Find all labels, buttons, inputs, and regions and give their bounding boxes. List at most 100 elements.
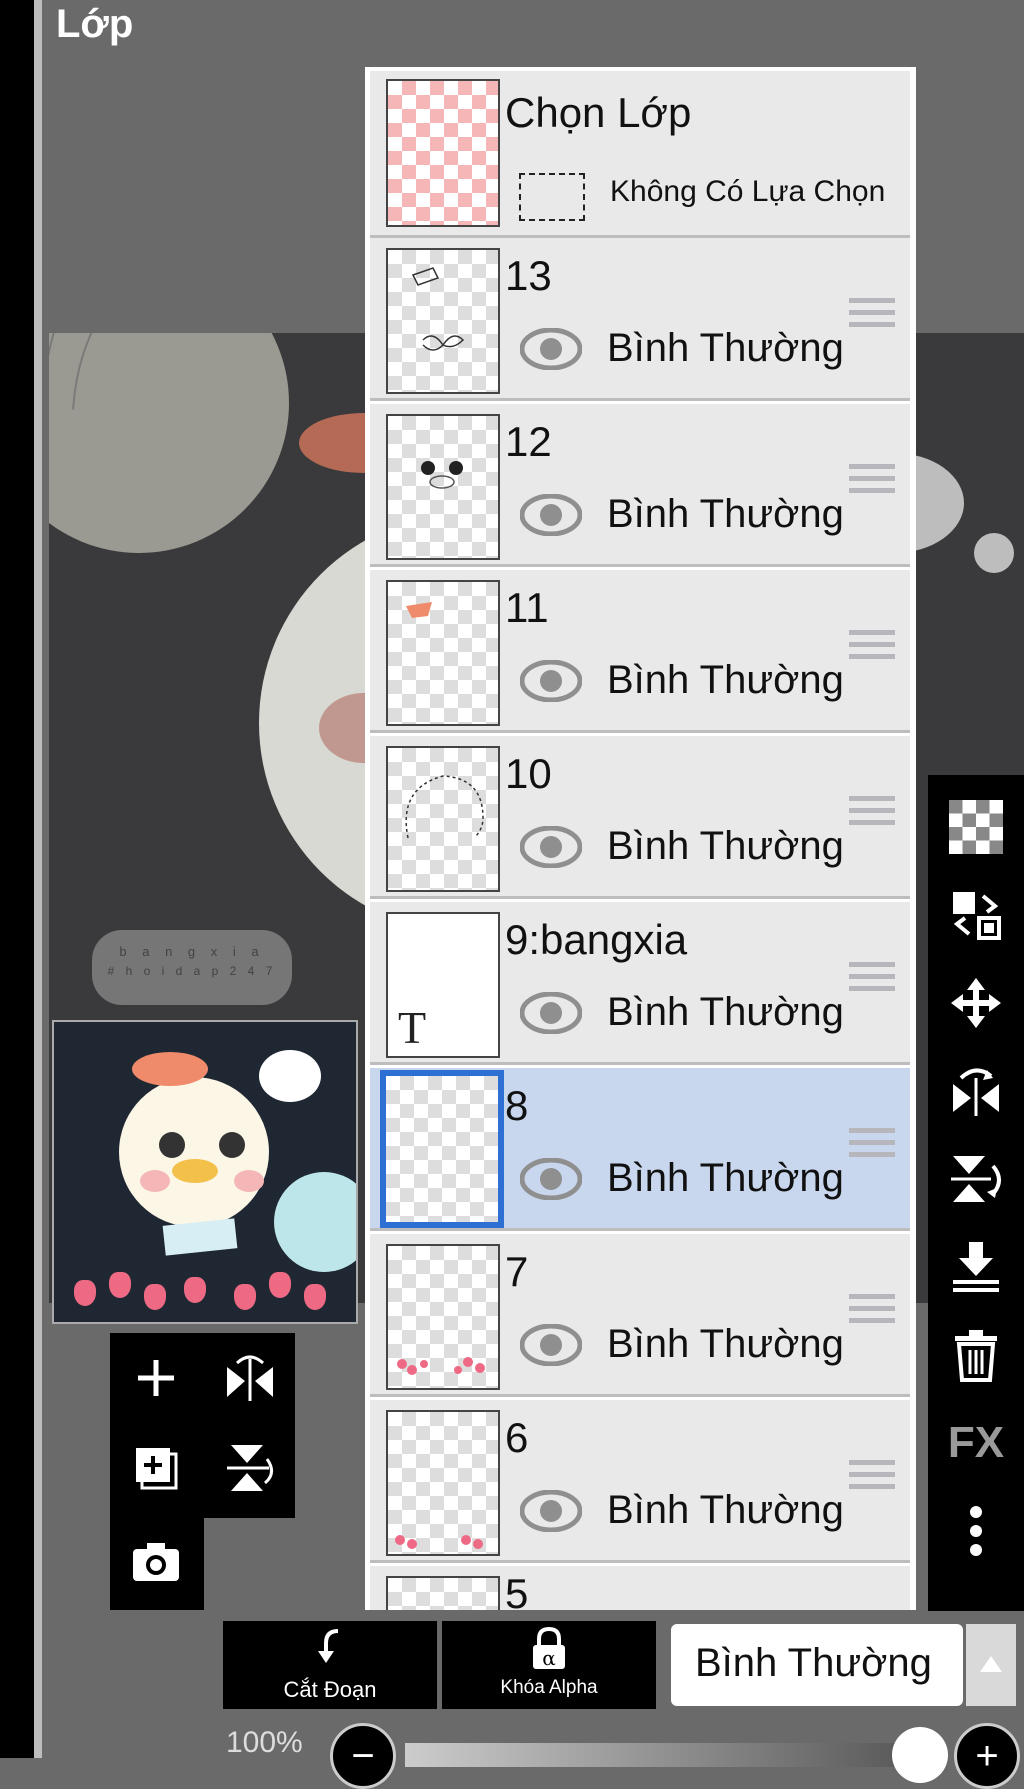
layer-row[interactable]: 13 Bình Thường bbox=[370, 238, 910, 401]
layer-thumbnail: T bbox=[386, 912, 500, 1058]
add-layer-copy-icon[interactable] bbox=[116, 1428, 196, 1508]
eye-icon[interactable] bbox=[520, 494, 582, 536]
page-title: Lớp bbox=[56, 2, 134, 46]
layer-thumbnail bbox=[386, 580, 500, 726]
layer-row[interactable]: 7 Bình Thường bbox=[370, 1234, 910, 1397]
eye-icon[interactable] bbox=[520, 826, 582, 868]
drag-handle-icon[interactable] bbox=[849, 1460, 895, 1500]
watermark: b a n g x i a # h o i d a p 2 4 7 bbox=[92, 930, 292, 1005]
transparency-icon[interactable] bbox=[928, 783, 1024, 871]
opacity-plus-button[interactable]: + bbox=[954, 1723, 1020, 1789]
eye-icon[interactable] bbox=[520, 1158, 582, 1200]
triangle-up-icon bbox=[980, 1656, 1002, 1672]
opacity-value: 100% bbox=[226, 1726, 303, 1759]
duck-face bbox=[119, 1077, 269, 1227]
opacity-slider[interactable] bbox=[405, 1743, 925, 1767]
opacity-minus-button[interactable]: − bbox=[330, 1723, 396, 1789]
layer-row-selected[interactable]: 8 Bình Thường bbox=[370, 1068, 910, 1231]
layer-name: 6 bbox=[505, 1414, 529, 1461]
drag-handle-icon[interactable] bbox=[849, 1294, 895, 1334]
layer-row[interactable]: 12 Bình Thường bbox=[370, 404, 910, 567]
layer-blend-mode: Bình Thường bbox=[607, 1156, 844, 1200]
layer-blend-mode: Bình Thường bbox=[607, 658, 844, 702]
watermark-line: # h o i d a p 2 4 7 bbox=[107, 964, 277, 978]
layer-panel: Chọn Lớp Không Có Lựa Chọn 13 Bình Thườn… bbox=[365, 67, 916, 1610]
layer-row[interactable]: 6 Bình Thường bbox=[370, 1400, 910, 1563]
layer-name: 7 bbox=[505, 1248, 529, 1295]
drag-handle-icon[interactable] bbox=[849, 630, 895, 670]
eye-icon[interactable] bbox=[520, 328, 582, 370]
opacity-slider-knob[interactable] bbox=[892, 1727, 948, 1783]
fx-icon[interactable]: FX bbox=[928, 1399, 1024, 1487]
blend-mode-dropdown[interactable] bbox=[966, 1624, 1016, 1706]
swap-layer-icon[interactable] bbox=[928, 871, 1024, 959]
more-icon[interactable] bbox=[928, 1487, 1024, 1575]
layer-name: 8 bbox=[505, 1082, 529, 1129]
clipping-button[interactable]: Cắt Đoạn bbox=[223, 1621, 437, 1709]
selection-status: Không Có Lựa Chọn bbox=[610, 175, 886, 208]
merge-down-icon[interactable] bbox=[928, 1223, 1024, 1311]
layer-name: 5 bbox=[505, 1570, 529, 1610]
clipping-icon bbox=[223, 1627, 437, 1676]
flip-horizontal-icon[interactable] bbox=[928, 1047, 1024, 1135]
selection-thumbnail bbox=[386, 79, 500, 227]
layer-thumbnail bbox=[386, 1410, 500, 1556]
layer-thumbnail bbox=[386, 248, 500, 394]
layer-thumbnail bbox=[386, 1576, 500, 1610]
eye-icon[interactable] bbox=[520, 1324, 582, 1366]
layer-name: 13 bbox=[505, 252, 552, 299]
drag-handle-icon[interactable] bbox=[849, 464, 895, 504]
layer-row[interactable]: 11 Bình Thường bbox=[370, 570, 910, 733]
alpha-lock-button[interactable]: α Khóa Alpha bbox=[442, 1621, 656, 1709]
lock-icon: α bbox=[442, 1626, 656, 1680]
add-layer-icon[interactable] bbox=[116, 1338, 196, 1418]
blend-mode-select[interactable]: Bình Thường bbox=[671, 1624, 963, 1706]
clipping-label: Cắt Đoạn bbox=[283, 1677, 377, 1702]
flip-layer-horizontal-icon[interactable] bbox=[210, 1338, 290, 1418]
flip-vertical-icon[interactable] bbox=[928, 1135, 1024, 1223]
left-edge-strip bbox=[0, 0, 34, 1758]
layer-blend-mode: Bình Thường bbox=[607, 824, 844, 868]
layer-row[interactable]: 10 Bình Thường bbox=[370, 736, 910, 899]
layer-thumbnail bbox=[386, 1244, 500, 1390]
move-icon[interactable] bbox=[928, 959, 1024, 1047]
duck-beak bbox=[172, 1159, 218, 1183]
layer-name: 10 bbox=[505, 750, 552, 797]
layer-name: 11 bbox=[505, 584, 549, 631]
left-edge-border bbox=[34, 0, 42, 1758]
eye-icon[interactable] bbox=[520, 660, 582, 702]
camera-icon[interactable] bbox=[116, 1522, 196, 1602]
layer-row[interactable]: 5 bbox=[370, 1566, 910, 1610]
tulip bbox=[234, 1284, 256, 1310]
duck-cheek bbox=[234, 1170, 264, 1192]
layer-blend-mode: Bình Thường bbox=[607, 326, 844, 370]
layer-blend-mode: Bình Thường bbox=[607, 492, 844, 536]
drag-handle-icon[interactable] bbox=[849, 962, 895, 1002]
duck-eye bbox=[159, 1132, 185, 1158]
canvas-preview[interactable] bbox=[52, 1020, 358, 1324]
layer-row[interactable]: T 9:bangxia Bình Thường bbox=[370, 902, 910, 1065]
speech-bubble bbox=[259, 1050, 321, 1102]
layer-thumbnail bbox=[380, 1070, 504, 1228]
alpha-lock-label: Khóa Alpha bbox=[500, 1677, 598, 1698]
tulip bbox=[144, 1284, 166, 1310]
drag-handle-icon[interactable] bbox=[849, 1128, 895, 1168]
right-toolbar: FX bbox=[928, 775, 1024, 1611]
duck-cheek bbox=[140, 1170, 170, 1192]
layer-thumbnail bbox=[386, 746, 500, 892]
trash-icon[interactable] bbox=[928, 1311, 1024, 1399]
duck-eye bbox=[219, 1132, 245, 1158]
watermark-line: b a n g x i a bbox=[119, 944, 265, 959]
planet-shape bbox=[274, 1172, 356, 1272]
layer-name: 9:bangxia bbox=[505, 916, 688, 963]
selection-layer-row[interactable]: Chọn Lớp Không Có Lựa Chọn bbox=[370, 71, 910, 238]
eye-icon[interactable] bbox=[520, 992, 582, 1034]
eye-icon[interactable] bbox=[520, 1490, 582, 1532]
selection-frame-icon bbox=[519, 173, 585, 221]
tulip bbox=[184, 1277, 206, 1303]
tulip bbox=[74, 1280, 96, 1306]
tulip bbox=[269, 1272, 291, 1298]
drag-handle-icon[interactable] bbox=[849, 298, 895, 338]
flip-layer-vertical-icon[interactable] bbox=[210, 1428, 290, 1508]
drag-handle-icon[interactable] bbox=[849, 796, 895, 836]
